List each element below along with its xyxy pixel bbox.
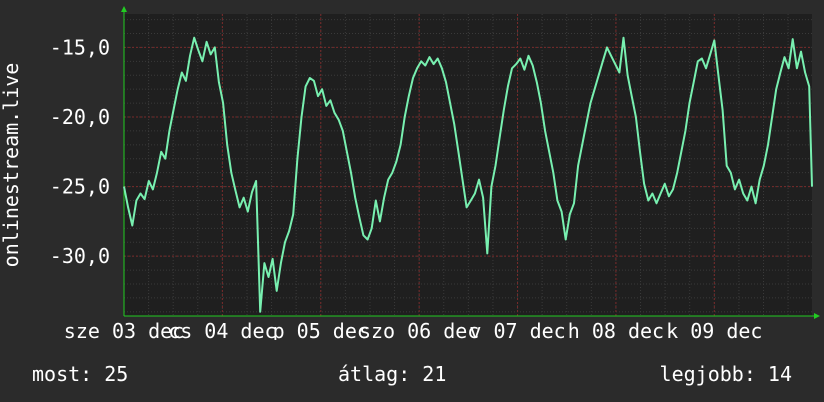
chart-panel: -15,0 -20,0 -25,0 -30,0 sze 03 dec cs 04 dec… [0,0,824,402]
x-tick-label: szo 06 dec [359,319,479,340]
y-axis-arrow [121,6,127,12]
x-tick-label: v 07 dec [469,319,565,340]
y-tick-label: -30,0 [50,244,110,268]
y-axis-label: onlinestream.live [0,63,23,268]
y-tick-label: -25,0 [50,175,110,199]
current-value: most: 25 [32,362,129,386]
average-value: átlag: 21 [338,362,447,386]
x-tick-label: p 05 dec [273,319,369,340]
x-tick-label: k 09 dec [666,319,762,340]
y-tick-label: -20,0 [50,105,110,129]
x-tick-labels: sze 03 deccs 04 decp 05 decszo 06 decv 0… [64,319,763,340]
y-tick-label: -15,0 [50,35,110,59]
x-tick-label: sze 03 dec [64,319,184,340]
x-tick-label: cs 04 dec [168,319,276,340]
y-tick-labels: -15,0 -20,0 -25,0 -30,0 [50,35,110,268]
x-axis-arrow [814,313,820,319]
best-value: legjobb: 14 [659,362,792,386]
temperature-line-chart: -15,0 -20,0 -25,0 -30,0 sze 03 deccs 04 dec… [0,6,820,340]
x-tick-label: h 08 dec [568,319,664,340]
